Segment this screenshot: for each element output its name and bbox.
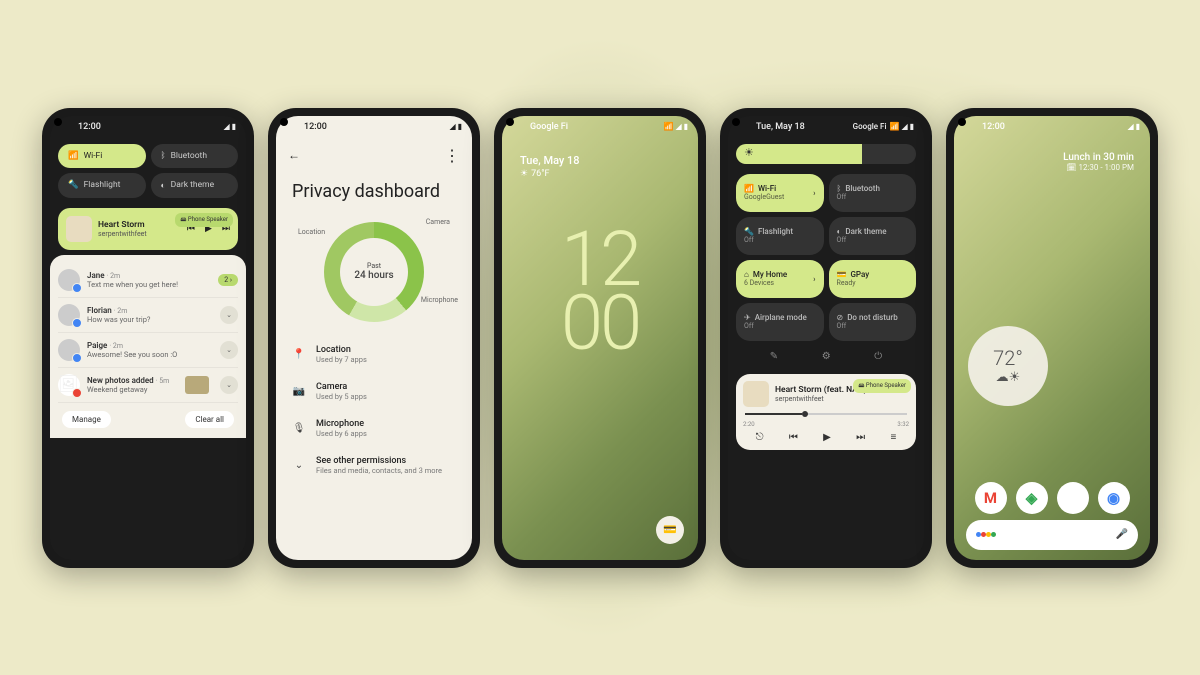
camera-hole <box>54 118 62 126</box>
chrome-icon[interactable]: ◉ <box>1098 482 1130 514</box>
flashlight-tile[interactable]: 🔦FlashlightOff <box>736 217 824 255</box>
camera-hole <box>280 118 288 126</box>
prev-icon[interactable]: ⏮ <box>789 432 798 443</box>
chevron-down-icon[interactable]: ⌄ <box>220 306 238 324</box>
more-icon[interactable]: ⋮ <box>444 146 460 165</box>
airplane-tile[interactable]: ✈Airplane modeOff <box>736 303 824 341</box>
phone-lockscreen: Google Fi📶 ◢ ▮ Tue, May 18 ☀ 76°F 1200 💳 <box>494 108 706 568</box>
count-badge[interactable]: 2 › <box>218 274 238 286</box>
camera-hole <box>732 118 740 126</box>
brightness-slider[interactable] <box>736 144 916 164</box>
weather-widget[interactable]: 72°☁☀ <box>968 326 1048 406</box>
wifi-tile[interactable]: 📶Wi-FiGoogleGuest› <box>736 174 824 212</box>
chart-label-microphone: Microphone <box>421 296 458 304</box>
lock-clock: 1200 <box>502 227 698 356</box>
status-bar: 12:00◢ ▮ <box>954 116 1150 138</box>
power-icon[interactable]: ⏻ <box>874 351 882 362</box>
gpay-tile[interactable]: 💳GPayReady <box>829 260 917 298</box>
media-widget[interactable]: 🖴 Phone Speaker Heart Storm serpentwithf… <box>58 208 238 250</box>
photo-thumb <box>185 376 209 394</box>
notification-item[interactable]: Florian · 2mHow was your trip?⌄ <box>58 298 238 333</box>
flashlight-tile[interactable]: 🔦 Flashlight <box>58 173 146 198</box>
scrubber[interactable] <box>745 413 907 415</box>
lock-weather: ☀ 76°F <box>502 169 698 179</box>
wifi-tile[interactable]: 📶 Wi-Fi <box>58 144 146 168</box>
chevron-down-icon: ⌄ <box>292 460 306 471</box>
bluetooth-tile[interactable]: ᛒ Bluetooth <box>151 144 239 168</box>
status-bar: Tue, May 18Google Fi 📶 ◢ ▮ <box>728 116 924 138</box>
permission-location[interactable]: 📍LocationUsed by 7 apps <box>292 336 456 373</box>
avatar <box>58 304 80 326</box>
media-widget[interactable]: 🖴 Phone Speaker Heart Storm (feat. NAO)s… <box>736 374 916 450</box>
phone-quicksettings: Tue, May 18Google Fi 📶 ◢ ▮ 📶Wi-FiGoogleG… <box>720 108 932 568</box>
next-icon[interactable]: ⏭ <box>856 432 865 443</box>
notification-item[interactable]: 🖼New photos added · 5mWeekend getaway⌄ <box>58 368 238 403</box>
time-elapsed: 2:20 <box>743 421 755 428</box>
phone-notifications: 12:00◢ ▮ 📶 Wi-Fi ᛒ Bluetooth 🔦 Flashligh… <box>42 108 254 568</box>
phone-row: 12:00◢ ▮ 📶 Wi-Fi ᛒ Bluetooth 🔦 Flashligh… <box>0 0 1200 675</box>
microphone-icon: 🎙 <box>292 423 306 434</box>
photos-icon[interactable]: ✿ <box>1057 482 1089 514</box>
camera-icon: 📷 <box>292 386 306 397</box>
chevron-right-icon[interactable]: › <box>813 188 815 197</box>
avatar <box>58 339 80 361</box>
queue-icon[interactable]: ≡ <box>890 432 896 443</box>
wallet-button[interactable]: 💳 <box>656 516 684 544</box>
cast-icon[interactable]: ⎋ <box>756 432 764 443</box>
time-total: 3:32 <box>897 421 909 428</box>
maps-icon[interactable]: ◈ <box>1016 482 1048 514</box>
search-bar[interactable]: 🎤 <box>966 520 1138 550</box>
bluetooth-tile[interactable]: ᛒBluetoothOff <box>829 174 917 212</box>
notification-panel: Jane · 2mText me when you get here!2 › F… <box>50 255 246 438</box>
glance-time: 🗓 12:30 - 1:00 PM <box>970 163 1134 172</box>
clear-all-button[interactable]: Clear all <box>185 411 234 428</box>
status-bar: Google Fi📶 ◢ ▮ <box>502 116 698 138</box>
output-badge[interactable]: 🖴 Phone Speaker <box>175 213 233 227</box>
notification-item[interactable]: Paige · 2mAwesome! See you soon :O⌄ <box>58 333 238 368</box>
darktheme-tile[interactable]: ◐ Dark theme <box>151 173 239 198</box>
home-tile[interactable]: ⌂My Home6 Devices› <box>736 260 824 298</box>
chart-label-camera: Camera <box>426 218 450 226</box>
track-title: Heart Storm <box>98 220 147 230</box>
phone-privacy: 12:00◢ ▮ ← ⋮ Privacy dashboard Location Ca… <box>268 108 480 568</box>
chevron-down-icon[interactable]: ⌄ <box>220 341 238 359</box>
camera-hole <box>958 118 966 126</box>
album-art <box>743 381 769 407</box>
permission-other[interactable]: ⌄See other permissionsFiles and media, c… <box>292 447 456 484</box>
darktheme-tile[interactable]: ◐Dark themeOff <box>829 217 917 255</box>
dnd-tile[interactable]: ⊘Do not disturbOff <box>829 303 917 341</box>
play-icon[interactable]: ▶ <box>823 432 831 443</box>
album-art <box>66 216 92 242</box>
status-bar: 12:00◢ ▮ <box>276 116 472 138</box>
manage-button[interactable]: Manage <box>62 411 111 428</box>
mic-icon[interactable]: 🎤 <box>1116 529 1128 540</box>
edit-icon[interactable]: ✎ <box>770 351 778 362</box>
permission-camera[interactable]: 📷CameraUsed by 5 apps <box>292 373 456 410</box>
page-title: Privacy dashboard <box>276 173 472 210</box>
track-artist: serpentwithfeet <box>98 230 147 238</box>
lock-date: Tue, May 18 <box>502 138 698 169</box>
output-badge[interactable]: 🖴 Phone Speaker <box>853 379 911 393</box>
phone-homescreen: 12:00◢ ▮ Lunch in 30 min🗓 12:30 - 1:00 P… <box>946 108 1158 568</box>
usage-chart: Past24 hours <box>324 222 424 322</box>
permission-list: 📍LocationUsed by 7 apps 📷CameraUsed by 5… <box>276 330 472 490</box>
chevron-right-icon[interactable]: › <box>813 274 815 283</box>
photos-icon: 🖼 <box>58 374 80 396</box>
location-icon: 📍 <box>292 349 306 360</box>
chevron-down-icon[interactable]: ⌄ <box>220 376 238 394</box>
qs-grid: 📶Wi-FiGoogleGuest› ᛒBluetoothOff 🔦Flashl… <box>728 170 924 345</box>
status-bar: 12:00◢ ▮ <box>50 116 246 138</box>
chart-label-location: Location <box>298 228 325 236</box>
back-icon[interactable]: ← <box>288 148 300 162</box>
track-artist: serpentwithfeet <box>775 395 867 403</box>
camera-hole <box>506 118 514 126</box>
settings-icon[interactable]: ⚙ <box>822 351 831 362</box>
glance-title[interactable]: Lunch in 30 min <box>970 152 1134 163</box>
notification-item[interactable]: Jane · 2mText me when you get here!2 › <box>58 263 238 298</box>
gmail-icon[interactable]: M <box>975 482 1007 514</box>
app-dock: M ◈ ✿ ◉ <box>954 482 1150 514</box>
google-logo <box>976 529 996 540</box>
avatar <box>58 269 80 291</box>
permission-microphone[interactable]: 🎙MicrophoneUsed by 6 apps <box>292 410 456 447</box>
